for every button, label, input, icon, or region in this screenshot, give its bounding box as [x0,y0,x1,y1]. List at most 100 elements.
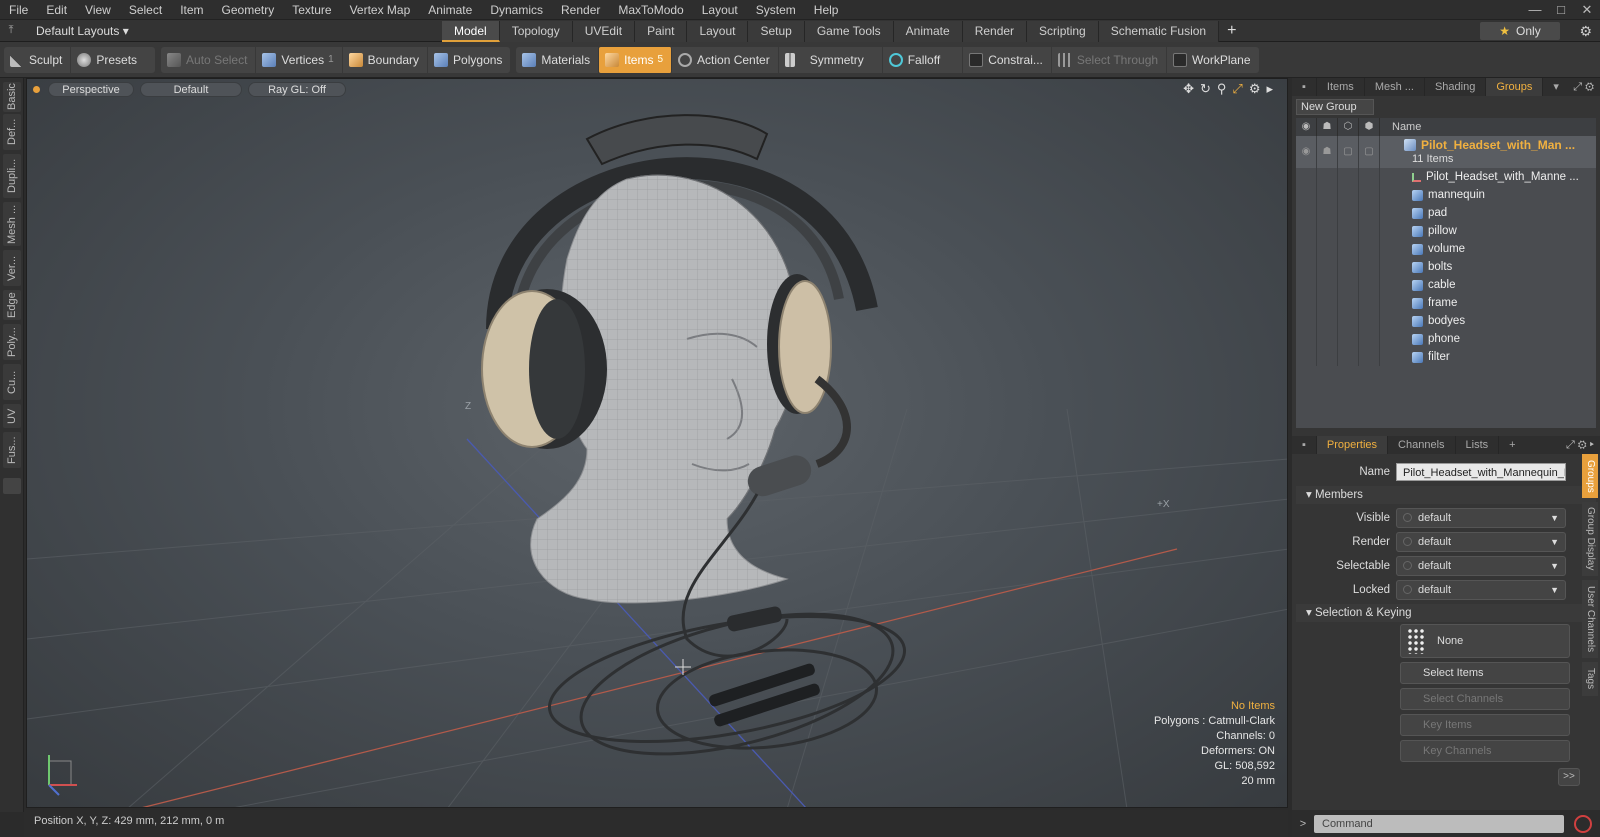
tree-item-toggle[interactable] [1317,348,1338,366]
tree-item-toggle[interactable] [1317,330,1338,348]
tree-item-toggle[interactable] [1317,294,1338,312]
add-tab-button[interactable]: + [1219,21,1244,42]
viewport-gear-icon[interactable]: ⚙ [1249,81,1261,97]
render-select[interactable]: default ▼ [1396,532,1566,552]
tab-layout[interactable]: Layout [687,20,749,42]
add-props-tab-button[interactable]: + [1499,436,1525,454]
vertices-button[interactable]: Vertices 1 [256,46,343,73]
tree-item-toggle[interactable] [1338,222,1359,240]
tree-item-toggle[interactable] [1296,204,1317,222]
menu-vertex-map[interactable]: Vertex Map [341,0,420,20]
tree-item-toggle[interactable] [1359,348,1380,366]
3d-viewport[interactable]: Z +X Perspective Default Ray GL: Off ✥ ↻… [26,78,1288,808]
viewport-indicator-icon[interactable] [33,85,40,93]
none-button[interactable]: None [1400,624,1570,658]
tree-item-toggle[interactable] [1296,330,1317,348]
select-through-button[interactable]: Select Through [1052,46,1168,73]
symmetry-button[interactable]: Symmetry [779,46,883,73]
tree-item-row[interactable]: mannequin [1296,186,1596,204]
workplane-button[interactable]: WorkPlane [1167,47,1258,73]
layouts-dropdown[interactable]: Default Layouts ▾ [22,24,442,38]
tab-animate[interactable]: Animate [893,20,963,42]
select-channels-button[interactable]: Select Channels [1400,688,1570,710]
name-column-header[interactable]: Name [1380,121,1421,133]
group-select-icon[interactable]: ▢ [1338,136,1359,168]
locked-select[interactable]: default ▼ [1396,580,1566,600]
new-group-button[interactable]: New Group [1296,99,1374,115]
tree-item-toggle[interactable] [1338,168,1359,186]
menu-view[interactable]: View [76,0,120,20]
tree-item-toggle[interactable] [1359,240,1380,258]
raygl-toggle[interactable]: Ray GL: Off [248,81,346,97]
tree-item-toggle[interactable] [1317,240,1338,258]
tree-item-row[interactable]: volume [1296,240,1596,258]
tab-scripting[interactable]: Scripting [1027,20,1099,42]
visibility-header-icon[interactable]: ◉ [1296,118,1317,136]
left-tab-deform[interactable]: Def... [3,114,21,150]
tree-item-row[interactable]: pad [1296,204,1596,222]
menu-animate[interactable]: Animate [419,0,481,20]
left-tab-vertex[interactable]: Ver... [3,250,21,286]
tree-item-toggle[interactable] [1359,330,1380,348]
tree-item-row[interactable]: pillow [1296,222,1596,240]
tree-item-row[interactable]: cable [1296,276,1596,294]
props-options-icons[interactable]: ⤢ ⚙ ▸ [1566,439,1600,452]
tree-item-toggle[interactable] [1296,276,1317,294]
menu-select[interactable]: Select [120,0,171,20]
tree-item-toggle[interactable] [1338,294,1359,312]
tree-item-toggle[interactable] [1359,186,1380,204]
tree-item-toggle[interactable] [1359,276,1380,294]
command-history-icon[interactable]: > [1292,818,1314,830]
layout-expand-icon[interactable]: ⤒ [0,24,22,37]
panel-options-icons[interactable]: ⤢ ⚙ [1573,81,1600,94]
tree-item-row[interactable]: frame [1296,294,1596,312]
action-center-button[interactable]: Action Center [672,46,779,73]
tab-lists[interactable]: Lists [1456,436,1500,454]
menu-geometry[interactable]: Geometry [213,0,284,20]
menu-texture[interactable]: Texture [283,0,340,20]
menu-edit[interactable]: Edit [37,0,76,20]
lock-header-icon[interactable]: ⬢ [1359,118,1380,136]
tree-item-toggle[interactable] [1359,204,1380,222]
items-button[interactable]: Items 5 [599,46,673,73]
tree-item-row[interactable]: bodyes [1296,312,1596,330]
left-tab-fusion[interactable]: Fus... [3,432,21,468]
left-tab-uv[interactable]: UV [3,404,21,428]
viewport-menu-arrow-icon[interactable]: ▸ [1266,81,1273,97]
tab-schematic-fusion[interactable]: Schematic Fusion [1098,20,1220,42]
tree-item-toggle[interactable] [1317,258,1338,276]
tree-item-toggle[interactable] [1338,330,1359,348]
panel-grip-icon[interactable]: ▪ [1292,78,1317,96]
menu-item[interactable]: Item [171,0,212,20]
group-name-field[interactable]: Pilot_Headset_with_Mannequin_H [1396,463,1566,481]
menu-dynamics[interactable]: Dynamics [481,0,552,20]
tree-item-toggle[interactable] [1338,276,1359,294]
maximize-icon[interactable]: □ [1548,0,1574,20]
tree-item-toggle[interactable] [1317,222,1338,240]
tree-item-toggle[interactable] [1359,168,1380,186]
tab-items[interactable]: Items [1317,78,1365,96]
materials-button[interactable]: Materials [516,46,600,73]
side-tab-tags[interactable]: Tags [1582,662,1598,696]
tab-render[interactable]: Render [962,20,1028,42]
close-icon[interactable]: ✕ [1574,0,1600,20]
selectable-select[interactable]: default ▼ [1396,556,1566,576]
left-tab-basic[interactable]: Basic [3,82,21,112]
tree-item-row[interactable]: phone [1296,330,1596,348]
tab-properties[interactable]: Properties [1316,436,1389,454]
tree-item-toggle[interactable] [1296,186,1317,204]
tree-item-row[interactable]: Pilot_Headset_with_Manne ... [1296,168,1596,186]
group-row[interactable]: ◉ ☗ ▢ ▢ Pilot_Headset_with_Man ... 11 It… [1296,136,1596,168]
menu-system[interactable]: System [747,0,805,20]
tab-model[interactable]: Model [442,20,500,42]
tab-channels[interactable]: Channels [1388,436,1456,454]
left-tab-duplicate[interactable]: Dupli... [3,154,21,198]
tree-item-toggle[interactable] [1359,294,1380,312]
tree-item-toggle[interactable] [1338,204,1359,222]
visible-select[interactable]: default ▼ [1396,508,1566,528]
menu-help[interactable]: Help [805,0,848,20]
shading-dropdown[interactable]: Default [140,81,242,97]
tree-item-row[interactable]: filter [1296,348,1596,366]
rotate-icon[interactable]: ↻ [1200,81,1211,97]
select-header-icon[interactable]: ⬡ [1338,118,1359,136]
